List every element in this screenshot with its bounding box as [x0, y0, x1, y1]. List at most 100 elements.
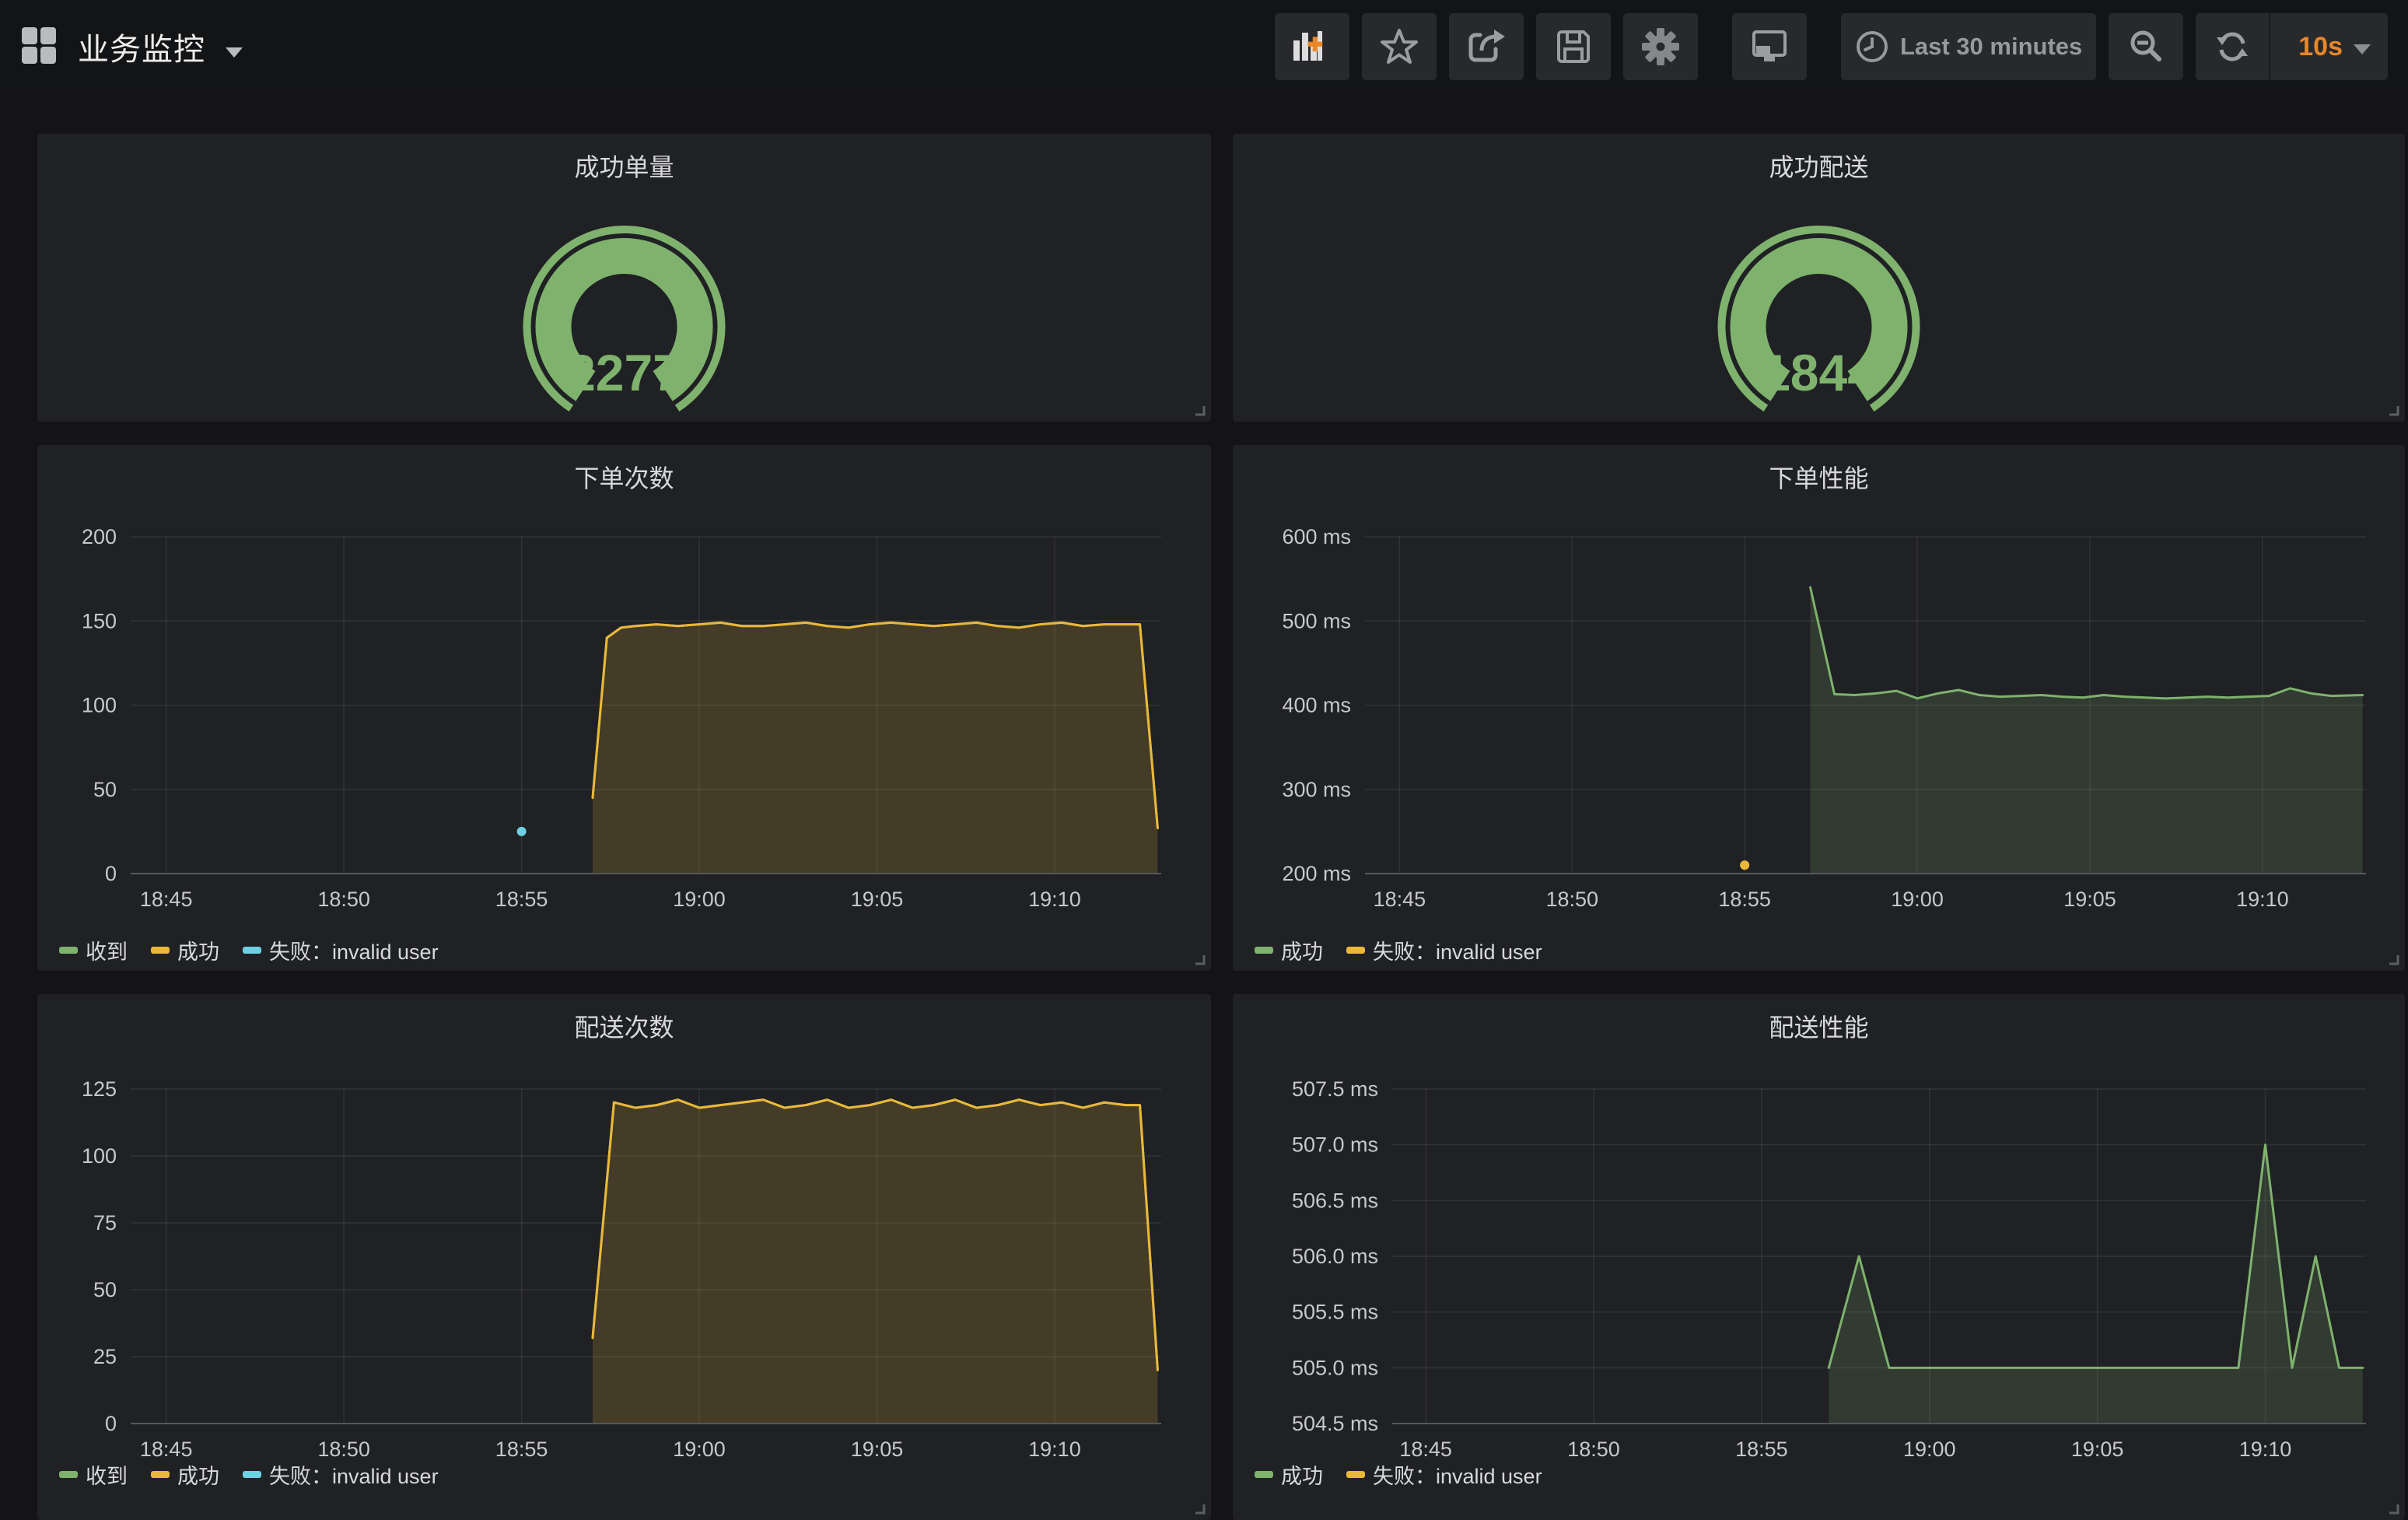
y-axis-label: 507.5 ms: [1292, 1077, 1378, 1101]
legend-item[interactable]: 失败：invalid user: [1346, 1459, 1542, 1490]
legend-label: 成功: [1281, 935, 1323, 965]
dashboards-grid-icon[interactable]: [20, 26, 58, 68]
gauge-success-orders[interactable]: 2277: [37, 134, 1211, 422]
legend-item[interactable]: 收到: [59, 935, 128, 965]
y-axis-label: 300 ms: [1282, 778, 1351, 801]
dashboard-title-caret-icon[interactable]: [226, 47, 243, 58]
share-icon: [1466, 27, 1507, 66]
x-axis-label: 18:50: [317, 888, 370, 911]
legend-item[interactable]: 成功: [151, 935, 219, 965]
x-axis-label: 18:55: [1718, 888, 1771, 911]
clock-icon: [1855, 30, 1889, 64]
legend-swatch: [243, 947, 261, 954]
panel-delivery-count: 配送次数 025507510012518:4518:5018:5519:0019…: [37, 994, 1211, 1520]
gear-icon: [1640, 26, 1681, 67]
legend-item[interactable]: 成功: [151, 1459, 219, 1490]
save-icon: [1554, 27, 1593, 66]
time-range-label: Last 30 minutes: [1900, 33, 2082, 61]
delivery-performance-chart[interactable]: 504.5 ms505.0 ms505.5 ms506.0 ms506.5 ms…: [1233, 994, 2405, 1520]
x-axis-label: 19:05: [2063, 888, 2116, 911]
panel-order-performance: 下单性能 200 ms300 ms400 ms500 ms600 ms18:45…: [1233, 445, 2405, 971]
y-axis-label: 507.0 ms: [1292, 1133, 1378, 1157]
add-panel-icon: [1292, 28, 1332, 65]
gauge-success-deliveries[interactable]: 1844: [1233, 134, 2405, 422]
x-axis-label: 19:05: [851, 888, 904, 911]
legend-item[interactable]: 失败：invalid user: [243, 1459, 439, 1490]
order-count-chart[interactable]: 05010015020018:4518:5018:5519:0019:0519:…: [37, 445, 1211, 971]
refresh-interval-label: 10s: [2298, 32, 2343, 62]
refresh-interval-dropdown[interactable]: 10s: [2281, 13, 2388, 80]
legend-label: 失败：invalid user: [1373, 1459, 1542, 1490]
legend-label: 收到: [86, 1459, 128, 1490]
data-point[interactable]: [517, 827, 527, 836]
y-axis-label: 504.5 ms: [1292, 1412, 1378, 1435]
legend-label: 失败：invalid user: [269, 1459, 439, 1490]
refresh-button[interactable]: [2196, 13, 2270, 80]
tv-cycle-button[interactable]: [1732, 13, 1807, 80]
panel-resize-handle[interactable]: [2386, 1501, 2400, 1515]
panel-resize-handle[interactable]: [1192, 952, 1206, 966]
panel-resize-handle[interactable]: [2386, 403, 2400, 417]
x-axis-label: 19:10: [1028, 1438, 1081, 1461]
x-axis-label: 18:50: [317, 1438, 370, 1461]
legend-label: 成功: [177, 935, 219, 965]
y-axis-label: 400 ms: [1282, 694, 1351, 717]
x-axis-label: 19:00: [1903, 1438, 1956, 1461]
legend-item[interactable]: 失败：invalid user: [1346, 935, 1542, 965]
x-axis-label: 19:00: [1891, 888, 1944, 911]
time-range-button[interactable]: Last 30 minutes: [1841, 13, 2096, 80]
panel-success-orders: 成功单量 2277: [37, 134, 1211, 422]
zoom-out-icon: [2127, 28, 2165, 65]
x-axis-label: 19:00: [673, 888, 726, 911]
x-axis-label: 18:55: [1735, 1438, 1788, 1461]
chart-legend: 成功 失败：invalid user: [1255, 1459, 1542, 1490]
y-axis-label: 506.5 ms: [1292, 1189, 1378, 1212]
gauge-value: 2277: [567, 344, 681, 401]
legend-item[interactable]: 失败：invalid user: [243, 935, 439, 965]
y-axis-label: 100: [82, 1144, 117, 1168]
y-axis-label: 200 ms: [1282, 862, 1351, 885]
x-axis-label: 19:10: [1028, 888, 1081, 911]
y-axis-label: 0: [105, 862, 117, 885]
y-axis-label: 506.0 ms: [1292, 1245, 1378, 1268]
legend-item[interactable]: 收到: [59, 1459, 128, 1490]
refresh-icon: [2214, 30, 2250, 64]
zoom-out-button[interactable]: [2109, 13, 2183, 80]
delivery-count-chart[interactable]: 025507510012518:4518:5018:5519:0019:0519…: [37, 994, 1211, 1520]
legend-swatch: [1255, 947, 1273, 954]
y-axis-label: 200: [82, 525, 117, 548]
chevron-down-icon: [2354, 44, 2371, 54]
legend-swatch: [151, 1471, 170, 1478]
legend-swatch: [1346, 1471, 1365, 1478]
add-panel-button[interactable]: [1275, 13, 1349, 80]
legend-swatch: [151, 947, 170, 954]
y-axis-label: 125: [82, 1077, 117, 1101]
data-point[interactable]: [1740, 860, 1749, 870]
x-axis-label: 19:10: [2239, 1438, 2292, 1461]
x-axis-label: 18:55: [495, 888, 548, 911]
y-axis-label: 600 ms: [1282, 525, 1351, 548]
legend-label: 成功: [1281, 1459, 1323, 1490]
x-axis-label: 18:55: [495, 1438, 548, 1461]
x-axis-label: 19:05: [2071, 1438, 2124, 1461]
navbar: 业务监控: [0, 0, 2408, 93]
y-axis-label: 75: [93, 1211, 117, 1235]
x-axis-label: 18:50: [1545, 888, 1598, 911]
star-button[interactable]: [1362, 13, 1437, 80]
panel-resize-handle[interactable]: [2386, 952, 2400, 966]
legend-label: 失败：invalid user: [1373, 935, 1542, 965]
legend-item[interactable]: 成功: [1255, 935, 1323, 965]
settings-button[interactable]: [1623, 13, 1698, 80]
dashboard-title[interactable]: 业务监控: [78, 24, 205, 69]
chart-legend: 收到 成功 失败：invalid user: [59, 1459, 439, 1490]
legend-item[interactable]: 成功: [1255, 1459, 1323, 1490]
panel-resize-handle[interactable]: [1192, 1501, 1206, 1515]
panel-success-deliveries: 成功配送 1844: [1233, 134, 2405, 422]
order-performance-chart[interactable]: 200 ms300 ms400 ms500 ms600 ms18:4518:50…: [1233, 445, 2405, 971]
panel-resize-handle[interactable]: [1192, 403, 1206, 417]
legend-swatch: [59, 947, 78, 954]
share-button[interactable]: [1449, 13, 1524, 80]
y-axis-label: 150: [82, 609, 117, 632]
legend-label: 成功: [177, 1459, 219, 1490]
save-button[interactable]: [1536, 13, 1611, 80]
